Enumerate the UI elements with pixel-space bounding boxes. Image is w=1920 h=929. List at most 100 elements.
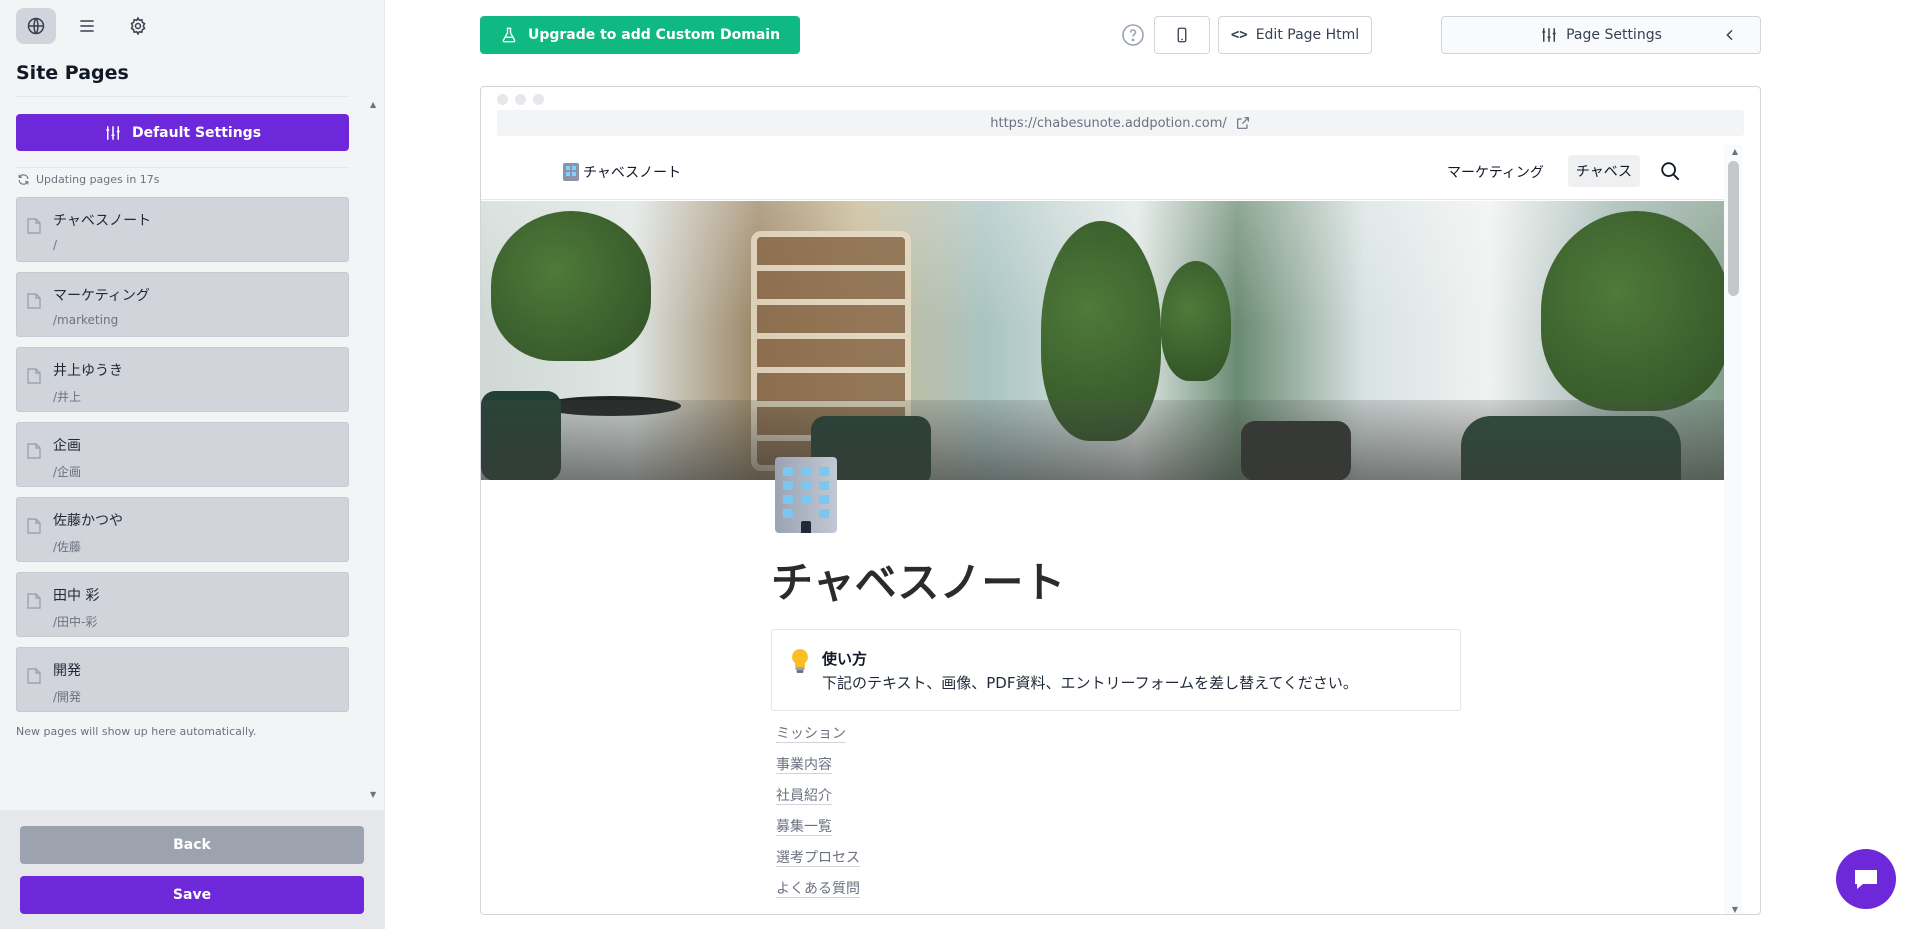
default-settings-button[interactable]: Default Settings bbox=[16, 114, 349, 151]
sidebar-icon-bar bbox=[16, 8, 158, 44]
page-title: 開発 bbox=[53, 663, 81, 679]
toc-link[interactable]: 社員紹介 bbox=[776, 785, 860, 816]
edit-page-html-button[interactable]: <> Edit Page Html bbox=[1218, 16, 1372, 54]
site-url: https://chabesunote.addpotion.com/ bbox=[990, 115, 1227, 131]
menu-icon[interactable] bbox=[67, 8, 107, 44]
scrollbar-thumb[interactable] bbox=[1728, 161, 1739, 296]
page-list-item[interactable]: 企画 /企画 bbox=[16, 422, 349, 487]
page-settings-label: Page Settings bbox=[1566, 27, 1662, 43]
page-title: 佐藤かつや bbox=[53, 513, 123, 529]
office-building-icon bbox=[767, 455, 845, 533]
toc-link[interactable]: 事業内容 bbox=[776, 754, 860, 785]
nav-link-marketing[interactable]: マーケティング bbox=[1447, 162, 1544, 182]
default-settings-label: Default Settings bbox=[131, 124, 262, 141]
external-link-icon[interactable] bbox=[1235, 115, 1251, 131]
toc-link[interactable]: ミッション bbox=[776, 723, 860, 754]
code-icon: <> bbox=[1230, 27, 1248, 43]
chat-icon bbox=[1855, 870, 1877, 889]
toc-link-label: 社員紹介 bbox=[776, 788, 832, 805]
page-list-item[interactable]: 田中 彩 /田中-彩 bbox=[16, 572, 349, 637]
page-title: 井上ゆうき bbox=[53, 363, 123, 379]
search-icon[interactable] bbox=[1659, 160, 1681, 182]
page-heading: チャベスノート bbox=[771, 558, 1066, 607]
page-list-item[interactable]: マーケティング /marketing bbox=[16, 272, 349, 337]
page-slug: /田中-彩 bbox=[53, 615, 98, 629]
flask-icon bbox=[502, 27, 516, 43]
toc-link-label: 募集一覧 bbox=[776, 819, 832, 836]
file-icon bbox=[27, 368, 41, 384]
page-list-item[interactable]: 井上ゆうき /井上 bbox=[16, 347, 349, 412]
sidebar-hint: New pages will show up here automaticall… bbox=[16, 725, 257, 738]
page-list-item[interactable]: チャベスノート / bbox=[16, 197, 349, 262]
toc-link-label: 事業内容 bbox=[776, 757, 832, 774]
page-title: マーケティング bbox=[53, 288, 150, 304]
callout-box: 使い方 下記のテキスト、画像、PDF資料、エントリーフォームを差し替えてください… bbox=[771, 629, 1461, 711]
file-icon bbox=[27, 218, 41, 234]
toc-link[interactable]: 募集一覧 bbox=[776, 816, 860, 847]
divider bbox=[16, 167, 349, 168]
page-slug: / bbox=[53, 238, 58, 252]
scroll-down-icon[interactable]: ▼ bbox=[1732, 905, 1738, 914]
window-dots bbox=[497, 94, 544, 105]
toc-link[interactable]: 選考プロセス bbox=[776, 847, 860, 878]
sliders-icon bbox=[106, 125, 120, 140]
save-button[interactable]: Save bbox=[20, 876, 364, 914]
page-slug: /開発 bbox=[53, 690, 82, 704]
page-title: チャベスノート bbox=[53, 213, 152, 229]
site-navbar: チャベスノート マーケティング チャベス bbox=[481, 145, 1742, 200]
page-list: チャベスノート / マーケティング /marketing 井上ゆうき /井上 企… bbox=[16, 197, 349, 722]
sidebar-scroll-up-icon[interactable]: ▲ bbox=[370, 100, 376, 109]
site-logo[interactable]: チャベスノート bbox=[563, 162, 681, 182]
sidebar: Site Pages Default Settings Updating pag… bbox=[0, 0, 385, 929]
table-of-contents: ミッション 事業内容 社員紹介 募集一覧 選考プロセス よくある質問 bbox=[776, 723, 860, 909]
upgrade-custom-domain-button[interactable]: Upgrade to add Custom Domain bbox=[480, 16, 800, 54]
preview-scrollbar[interactable]: ▲ ▼ bbox=[1724, 145, 1742, 914]
file-icon bbox=[27, 443, 41, 459]
callout-text: 下記のテキスト、画像、PDF資料、エントリーフォームを差し替えてください。 bbox=[822, 674, 1358, 692]
url-bar: https://chabesunote.addpotion.com/ bbox=[497, 110, 1744, 136]
file-icon bbox=[27, 518, 41, 534]
site-logo-text: チャベスノート bbox=[583, 165, 682, 181]
page-slug: /井上 bbox=[53, 390, 82, 404]
cover-image bbox=[481, 201, 1742, 480]
divider bbox=[16, 96, 349, 97]
chat-support-button[interactable] bbox=[1836, 849, 1896, 909]
nav-link-chabes[interactable]: チャベス bbox=[1568, 155, 1640, 187]
page-list-item[interactable]: 開発 /開発 bbox=[16, 647, 349, 712]
callout-title: 使い方 bbox=[822, 650, 868, 668]
sliders-icon bbox=[1542, 28, 1556, 42]
toc-link-label: よくある質問 bbox=[776, 881, 860, 898]
smartphone-icon bbox=[1177, 27, 1187, 43]
page-settings-button[interactable]: Page Settings bbox=[1441, 16, 1761, 54]
help-icon[interactable] bbox=[1121, 23, 1145, 47]
file-icon bbox=[27, 293, 41, 309]
refresh-icon bbox=[18, 174, 29, 185]
page-title: 田中 彩 bbox=[53, 588, 100, 604]
updating-text: Updating pages in 17s bbox=[36, 173, 160, 186]
gear-icon[interactable] bbox=[118, 8, 158, 44]
site-content: チャベスノート マーケティング チャベス チャベスノート 使い方 下記のテキスト… bbox=[481, 145, 1742, 914]
toc-link-label: ミッション bbox=[776, 726, 846, 743]
edit-page-html-label: Edit Page Html bbox=[1255, 27, 1360, 43]
page-slug: /企画 bbox=[53, 465, 82, 479]
toc-link-label: 選考プロセス bbox=[776, 850, 860, 867]
file-icon bbox=[27, 593, 41, 609]
mobile-preview-button[interactable] bbox=[1154, 16, 1210, 54]
page-title: 企画 bbox=[53, 438, 81, 454]
page-slug: /佐藤 bbox=[53, 540, 82, 554]
globe-icon[interactable] bbox=[16, 8, 56, 44]
back-button[interactable]: Back bbox=[20, 826, 364, 864]
file-icon bbox=[27, 668, 41, 684]
page-list-item[interactable]: 佐藤かつや /佐藤 bbox=[16, 497, 349, 562]
scroll-up-icon[interactable]: ▲ bbox=[1732, 147, 1738, 156]
office-building-icon bbox=[563, 163, 579, 181]
toc-link[interactable]: よくある質問 bbox=[776, 878, 860, 909]
updating-status: Updating pages in 17s bbox=[17, 173, 160, 186]
sidebar-scroll-down-icon[interactable]: ▼ bbox=[370, 790, 376, 799]
site-preview-frame: https://chabesunote.addpotion.com/ チャベスノ… bbox=[480, 86, 1761, 915]
page-slug: /marketing bbox=[53, 313, 119, 327]
upgrade-label: Upgrade to add Custom Domain bbox=[527, 27, 781, 43]
sidebar-title: Site Pages bbox=[16, 62, 129, 84]
lightbulb-icon bbox=[792, 649, 808, 673]
chevron-left-icon[interactable] bbox=[1722, 27, 1738, 43]
